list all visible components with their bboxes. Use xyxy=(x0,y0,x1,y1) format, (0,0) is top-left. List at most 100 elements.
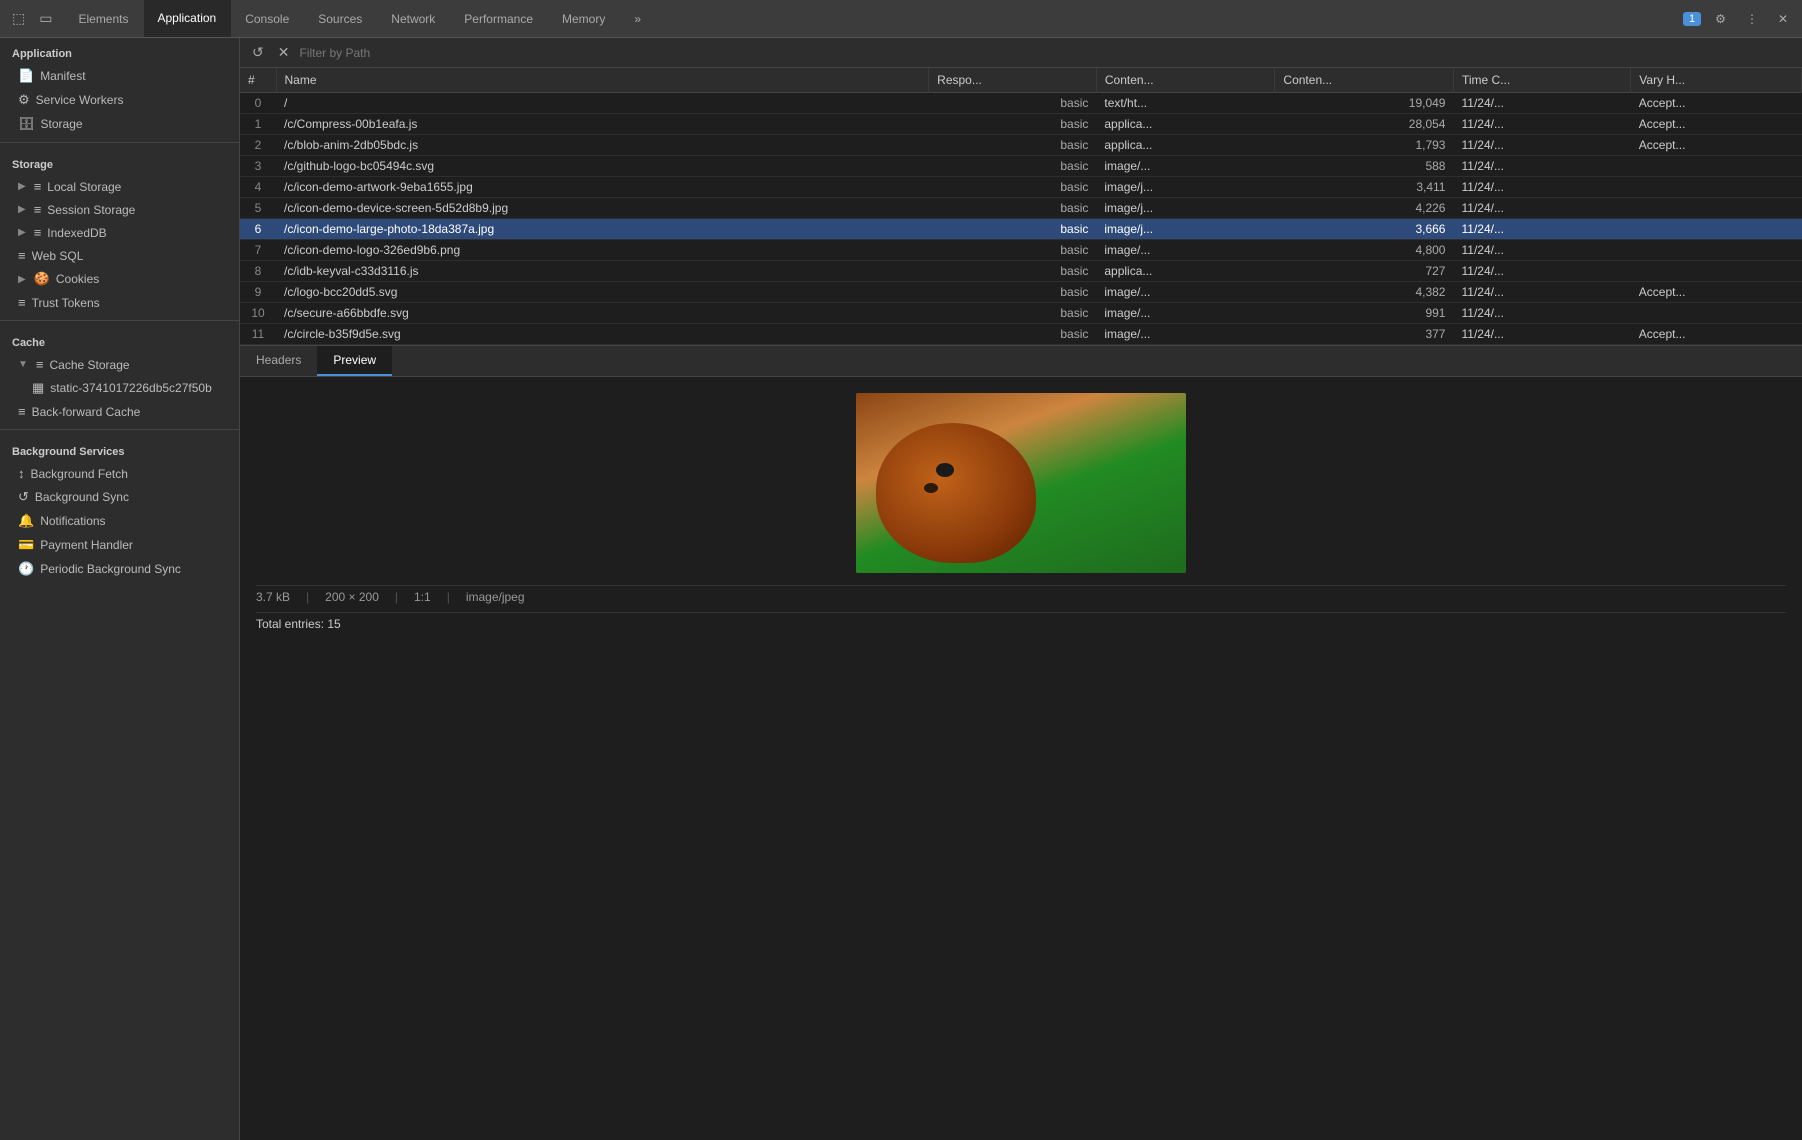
filter-input[interactable] xyxy=(299,46,1794,60)
preview-image-container xyxy=(256,393,1786,573)
cell-content-length: 4,226 xyxy=(1275,198,1454,219)
tab-headers[interactable]: Headers xyxy=(240,346,317,376)
top-tabs: Elements Application Console Sources Net… xyxy=(64,0,1675,37)
sidebar-item-service-workers[interactable]: ⚙ Service Workers xyxy=(0,88,239,112)
table-row[interactable]: 10 /c/secure-a66bbdfe.svg basic image/..… xyxy=(240,303,1802,324)
top-bar: ⬚ ▭ Elements Application Console Sources… xyxy=(0,0,1802,38)
sidebar-item-periodic-bg-sync[interactable]: 🕐 Periodic Background Sync xyxy=(0,557,239,581)
cell-content-length: 4,800 xyxy=(1275,240,1454,261)
table-row[interactable]: 8 /c/idb-keyval-c33d3116.js basic applic… xyxy=(240,261,1802,282)
settings-icon[interactable]: ⚙ xyxy=(1709,8,1732,30)
tab-sources[interactable]: Sources xyxy=(304,0,377,37)
divider-3 xyxy=(0,429,239,430)
top-right-actions: 1 ⚙ ⋮ ✕ xyxy=(1675,8,1802,30)
col-header-response: Respo... xyxy=(929,68,1097,93)
sidebar-item-indexeddb[interactable]: ▶ ≡ IndexedDB xyxy=(0,221,239,244)
sidebar-item-notifications[interactable]: 🔔 Notifications xyxy=(0,509,239,533)
preview-area: 3.7 kB | 200 × 200 | 1:1 | image/jpeg To… xyxy=(240,377,1802,1140)
table-body: 0 / basic text/ht... 19,049 11/24/... Ac… xyxy=(240,93,1802,345)
more-options-icon[interactable]: ⋮ xyxy=(1740,8,1764,30)
select-icon[interactable]: ⬚ xyxy=(8,6,29,31)
tab-memory[interactable]: Memory xyxy=(548,0,620,37)
tab-network[interactable]: Network xyxy=(377,0,450,37)
sidebar-section-storage: Storage xyxy=(0,149,239,175)
periodic-bg-sync-icon: 🕐 xyxy=(18,561,34,577)
sidebar-item-cookies[interactable]: ▶ 🍪 Cookies xyxy=(0,267,239,291)
cell-content-type: image/j... xyxy=(1096,198,1275,219)
refresh-button[interactable]: ↺ xyxy=(248,42,268,63)
tab-performance[interactable]: Performance xyxy=(450,0,548,37)
table-row[interactable]: 1 /c/Compress-00b1eafa.js basic applica.… xyxy=(240,114,1802,135)
expand-session-storage-icon: ▶ xyxy=(18,204,26,215)
table-row[interactable]: 5 /c/icon-demo-device-screen-5d52d8b9.jp… xyxy=(240,198,1802,219)
preview-image xyxy=(856,393,1186,573)
cell-index: 6 xyxy=(240,219,276,240)
cell-content-length: 4,382 xyxy=(1275,282,1454,303)
table-row[interactable]: 9 /c/logo-bcc20dd5.svg basic image/... 4… xyxy=(240,282,1802,303)
expand-local-storage-icon: ▶ xyxy=(18,181,26,192)
sidebar-item-background-fetch[interactable]: ↕ Background Fetch xyxy=(0,462,239,485)
table-row[interactable]: 11 /c/circle-b35f9d5e.svg basic image/..… xyxy=(240,324,1802,345)
cell-index: 9 xyxy=(240,282,276,303)
table-row[interactable]: 3 /c/github-logo-bc05494c.svg basic imag… xyxy=(240,156,1802,177)
preview-size: 3.7 kB xyxy=(256,590,290,604)
col-header-time: Time C... xyxy=(1453,68,1630,93)
sidebar-item-storage-top[interactable]: 🗄 Storage xyxy=(0,112,239,136)
tab-more[interactable]: » xyxy=(620,0,656,37)
sidebar-item-manifest[interactable]: 📄 Manifest xyxy=(0,64,239,88)
cell-vary: Accept... xyxy=(1631,114,1802,135)
tab-console[interactable]: Console xyxy=(231,0,304,37)
divider-2 xyxy=(0,320,239,321)
panda-eye xyxy=(936,463,954,477)
cell-content-type: image/j... xyxy=(1096,177,1275,198)
sidebar-item-back-forward-cache[interactable]: ≡ Back-forward Cache xyxy=(0,400,239,423)
table-row[interactable]: 0 / basic text/ht... 19,049 11/24/... Ac… xyxy=(240,93,1802,114)
indexeddb-icon: ≡ xyxy=(34,225,42,240)
cell-response: basic xyxy=(929,282,1097,303)
sidebar-item-background-sync[interactable]: ↺ Background Sync xyxy=(0,485,239,509)
sidebar-section-bg-services: Background Services xyxy=(0,436,239,462)
sidebar-label-cookies: Cookies xyxy=(56,272,99,286)
cell-response: basic xyxy=(929,93,1097,114)
cookies-icon: 🍪 xyxy=(34,271,50,287)
tab-elements[interactable]: Elements xyxy=(64,0,143,37)
divider-1 xyxy=(0,142,239,143)
sidebar-label-periodic-bg-sync: Periodic Background Sync xyxy=(40,562,181,576)
tab-application[interactable]: Application xyxy=(144,0,232,37)
sidebar-item-local-storage[interactable]: ▶ ≡ Local Storage xyxy=(0,175,239,198)
table-row[interactable]: 2 /c/blob-anim-2db05bdc.js basic applica… xyxy=(240,135,1802,156)
table-header-row: # Name Respo... Conten... Conten... Time… xyxy=(240,68,1802,93)
cell-vary xyxy=(1631,177,1802,198)
cell-time: 11/24/... xyxy=(1453,156,1630,177)
clear-button[interactable]: ✕ xyxy=(274,42,294,63)
expand-cache-storage-icon: ▼ xyxy=(18,359,28,370)
sidebar-item-cache-storage[interactable]: ▼ ≡ Cache Storage xyxy=(0,353,239,376)
cell-name: /c/icon-demo-device-screen-5d52d8b9.jpg xyxy=(276,198,929,219)
close-icon[interactable]: ✕ xyxy=(1772,8,1794,30)
cell-content-type: image/... xyxy=(1096,240,1275,261)
cell-index: 2 xyxy=(240,135,276,156)
table-row[interactable]: 4 /c/icon-demo-artwork-9eba1655.jpg basi… xyxy=(240,177,1802,198)
sidebar-item-cache-entry[interactable]: ▦ static-3741017226db5c27f50b xyxy=(0,376,239,400)
total-entries: Total entries: 15 xyxy=(256,612,1786,635)
panda-face xyxy=(876,423,1036,563)
preview-type: image/jpeg xyxy=(466,590,525,604)
device-icon[interactable]: ▭ xyxy=(35,6,56,31)
sidebar-item-trust-tokens[interactable]: ≡ Trust Tokens xyxy=(0,291,239,314)
cell-content-length: 28,054 xyxy=(1275,114,1454,135)
filter-bar: ↺ ✕ xyxy=(240,38,1802,68)
table-row[interactable]: 6 /c/icon-demo-large-photo-18da387a.jpg … xyxy=(240,219,1802,240)
back-forward-cache-icon: ≡ xyxy=(18,404,26,419)
sidebar-item-session-storage[interactable]: ▶ ≡ Session Storage xyxy=(0,198,239,221)
cell-name: /c/secure-a66bbdfe.svg xyxy=(276,303,929,324)
cell-response: basic xyxy=(929,219,1097,240)
cache-table: # Name Respo... Conten... Conten... Time… xyxy=(240,68,1802,345)
sidebar-item-web-sql[interactable]: ≡ Web SQL xyxy=(0,244,239,267)
sidebar-item-payment-handler[interactable]: 💳 Payment Handler xyxy=(0,533,239,557)
sidebar-label-local-storage: Local Storage xyxy=(47,180,121,194)
tab-preview[interactable]: Preview xyxy=(317,346,392,376)
table-row[interactable]: 7 /c/icon-demo-logo-326ed9b6.png basic i… xyxy=(240,240,1802,261)
cell-vary xyxy=(1631,219,1802,240)
preview-scale: 1:1 xyxy=(414,590,431,604)
cell-index: 0 xyxy=(240,93,276,114)
